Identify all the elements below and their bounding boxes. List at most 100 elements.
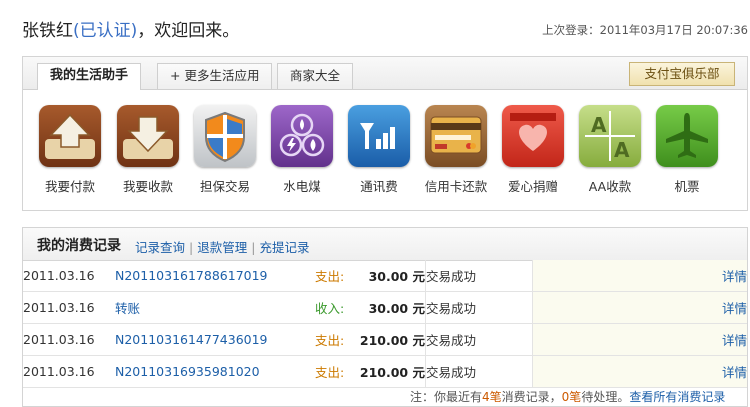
record-status: 交易成功 [425,260,533,292]
records-links: 记录查询 | 退款管理 | 充提记录 [135,237,309,256]
record-number-link[interactable]: N20110316935981020 [115,364,260,379]
deposit-withdraw-link[interactable]: 充提记录 [259,240,309,255]
tab-merchants[interactable]: 商家大全 [277,63,354,89]
table-row: 2011.03.16 转账 收入: 30.00 元交易成功 详情 [23,291,747,324]
record-amount: 30.00 [368,301,409,316]
record-unit: 元 [412,333,425,348]
record-detail-link[interactable]: 详情 [722,301,747,316]
app-label: 信用卡还款 [424,179,488,194]
table-row: 2011.03.16 N20110316935981020 支出: 210.00 元交… [23,355,747,388]
assistant-tabbar: 我的生活助手 + 更多生活应用 商家大全 支付宝俱乐部 [23,57,747,90]
record-amount: 210.00 [359,333,409,348]
footer-count-pending: 0笔 [561,390,582,404]
record-amount-cell: 210.00 元 [351,323,426,356]
record-detail-cell: 详情 [532,323,747,356]
welcome-suffix: ，欢迎回来。 [137,21,240,41]
upload-arrow-icon [39,105,101,167]
app-label: 通讯费 [360,179,398,194]
record-amount: 210.00 [359,365,409,380]
svg-text:A: A [591,113,607,137]
record-detail-cell: 详情 [532,260,747,292]
record-date: 2011.03.16 [23,291,115,324]
app-label: 水电煤 [283,179,321,194]
signal-icon [348,105,410,167]
app-flight[interactable]: 机票 [648,105,726,195]
record-date: 2011.03.16 [23,260,115,292]
consumption-records-panel: 我的消费记录 记录查询 | 退款管理 | 充提记录 2011.03.16 N2011031… [22,227,748,407]
app-label: AA收款 [588,179,632,194]
app-credit-card[interactable]: 信用卡还款 [417,105,495,195]
record-number-cell: N201103161788617019 [115,260,315,292]
record-detail-link[interactable]: 详情 [722,269,747,284]
divider: | [251,240,256,255]
app-receive[interactable]: 我要收款 [109,105,187,195]
view-all-records-link[interactable]: 查看所有消费记录 [629,390,725,404]
table-row: 2011.03.16 N201103161788617019 支出: 30.00 元交… [23,260,747,292]
shield-icon [194,105,256,167]
welcome-message: 张铁红(已认证)，欢迎回来。 [22,16,239,41]
credit-card-icon [425,105,487,167]
record-amount-cell: 210.00 元 [351,355,426,388]
record-direction: 支出: [315,323,351,356]
life-assistant-panel: 我的生活助手 + 更多生活应用 商家大全 支付宝俱乐部 我要付款 我要收款 担保… [22,56,748,211]
heart-icon [502,105,564,167]
svg-text:A: A [614,138,630,162]
footer-prefix: 注：你最近有 [410,390,483,404]
app-utilities[interactable]: 水电煤 [263,105,341,195]
record-direction: 支出: [315,260,351,292]
record-unit: 元 [412,301,425,316]
record-status: 交易成功 [425,355,533,388]
user-name: 张铁红 [22,21,73,41]
record-direction: 收入: [315,291,351,324]
record-unit: 元 [412,365,425,380]
refund-management-link[interactable]: 退款管理 [197,240,247,255]
app-aa-receive[interactable]: A A AA收款 [571,105,649,195]
table-row: 2011.03.16 N201103161477436019 支出: 210.00 元… [23,323,747,356]
tab-more-apps[interactable]: + 更多生活应用 [157,63,273,89]
app-label: 担保交易 [199,179,250,194]
record-detail-link[interactable]: 详情 [722,333,747,348]
app-guarantee[interactable]: 担保交易 [186,105,264,195]
record-status: 交易成功 [425,291,533,324]
record-number-cell: N20110316935981020 [115,355,315,388]
app-label: 爱心捐赠 [507,179,558,194]
record-number-link[interactable]: N201103161477436019 [115,332,268,347]
records-footer: 注：你最近有4笔消费记录，0笔待处理。查看所有消费记录 [410,388,725,405]
app-pay[interactable]: 我要付款 [31,105,109,195]
record-date: 2011.03.16 [23,323,115,356]
record-number-cell: 转账 [115,291,315,324]
record-number-link[interactable]: N201103161788617019 [115,268,268,283]
download-arrow-icon [117,105,179,167]
verified-label[interactable]: (已认证) [73,21,137,41]
record-amount-cell: 30.00 元 [351,260,426,292]
record-status: 交易成功 [425,323,533,356]
footer-count-records: 4笔 [482,390,502,404]
last-login: 上次登录：2011年03月17日 20:07:36 [542,23,748,37]
alipay-club-button[interactable]: 支付宝俱乐部 [629,62,735,86]
record-detail-link[interactable]: 详情 [722,365,747,380]
record-amount-cell: 30.00 元 [351,291,426,324]
records-table: 2011.03.16 N201103161788617019 支出: 30.00 元交… [23,260,747,388]
footer-middle: 消费记录， [501,390,562,404]
record-unit: 元 [412,269,425,284]
record-date: 2011.03.16 [23,355,115,388]
tab-my-life-assistant[interactable]: 我的生活助手 [37,63,142,90]
records-title: 我的消费记录 [37,238,121,254]
app-donation[interactable]: 爱心捐赠 [494,105,572,195]
airplane-icon [656,105,718,167]
record-detail-cell: 详情 [532,291,747,324]
record-detail-cell: 详情 [532,355,747,388]
record-amount: 30.00 [368,269,409,284]
record-query-link[interactable]: 记录查询 [135,240,185,255]
record-direction: 支出: [315,355,351,388]
record-number-cell: N201103161477436019 [115,323,315,356]
app-telecom[interactable]: 通讯费 [340,105,418,195]
app-label: 我要付款 [44,179,95,194]
record-number-link[interactable]: 转账 [115,301,140,316]
aa-icon: A A [579,105,641,167]
utility-icon [271,105,333,167]
app-label: 我要收款 [122,179,173,194]
records-header: 我的消费记录 记录查询 | 退款管理 | 充提记录 [23,228,747,261]
footer-suffix: 待处理。 [581,390,630,404]
app-label: 机票 [674,179,700,194]
